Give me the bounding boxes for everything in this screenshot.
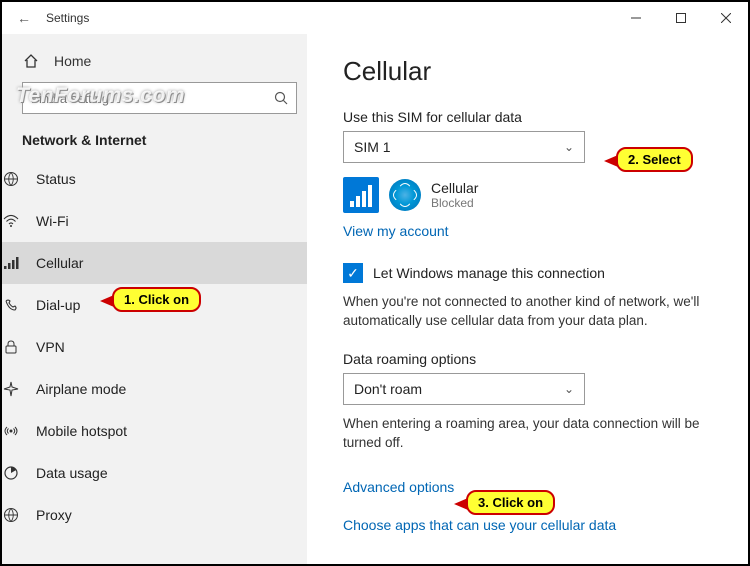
sidebar-item-label: Airplane mode — [36, 381, 126, 397]
checkbox-checked-icon: ✓ — [343, 263, 363, 283]
sidebar-item-hotspot[interactable]: Mobile hotspot — [0, 410, 307, 452]
sidebar-item-vpn[interactable]: VPN — [0, 326, 307, 368]
sim-dropdown[interactable]: SIM 1 ⌄ — [343, 131, 585, 163]
roaming-dropdown[interactable]: Don't roam ⌄ — [343, 373, 585, 405]
roaming-label: Data roaming options — [343, 351, 720, 367]
window-title: Settings — [46, 11, 89, 25]
callout-3: 3. Click on — [466, 490, 555, 515]
network-status: Blocked — [431, 196, 478, 210]
roaming-dropdown-value: Don't roam — [354, 381, 422, 397]
manage-connection-checkbox[interactable]: ✓ Let Windows manage this connection — [343, 263, 720, 283]
callout-1: 1. Click on — [112, 287, 201, 312]
sidebar-item-label: Wi-Fi — [36, 213, 69, 229]
airplane-icon — [2, 381, 20, 397]
manage-connection-desc: When you're not connected to another kin… — [343, 293, 720, 331]
sim-dropdown-value: SIM 1 — [354, 139, 391, 155]
sidebar-category: Network & Internet — [22, 132, 297, 148]
close-button[interactable] — [703, 2, 748, 34]
sidebar-item-label: VPN — [36, 339, 65, 355]
sidebar-item-label: Mobile hotspot — [36, 423, 127, 439]
callout-2: 2. Select — [616, 147, 693, 172]
advanced-options-link[interactable]: Advanced options — [343, 479, 454, 495]
back-button[interactable]: ← — [10, 10, 38, 26]
sidebar-item-label: Proxy — [36, 507, 72, 523]
search-field[interactable] — [31, 91, 274, 106]
sidebar-item-label: Dial-up — [36, 297, 80, 313]
home-icon — [22, 53, 40, 69]
sidebar-item-label: Status — [36, 171, 76, 187]
sidebar-item-status[interactable]: Status — [0, 158, 307, 200]
network-status-row: Cellular Blocked — [343, 177, 720, 213]
chevron-down-icon: ⌄ — [564, 140, 574, 154]
maximize-button[interactable] — [658, 2, 703, 34]
carrier-logo — [389, 179, 421, 211]
search-input[interactable] — [22, 82, 297, 114]
search-icon — [274, 91, 288, 105]
hotspot-icon — [2, 423, 20, 439]
proxy-icon — [2, 507, 20, 523]
status-icon — [2, 171, 20, 187]
dialup-icon — [2, 297, 20, 313]
cellular-icon — [2, 255, 20, 271]
page-heading: Cellular — [343, 56, 720, 87]
sidebar-item-proxy[interactable]: Proxy — [0, 494, 307, 536]
sidebar-home[interactable]: Home — [22, 42, 297, 80]
sidebar-home-label: Home — [54, 53, 91, 69]
network-name: Cellular — [431, 180, 478, 196]
datausage-icon — [2, 465, 20, 481]
minimize-button[interactable] — [613, 2, 658, 34]
sidebar-item-cellular[interactable]: Cellular — [0, 242, 307, 284]
sidebar-item-datausage[interactable]: Data usage — [0, 452, 307, 494]
content-pane: Cellular Use this SIM for cellular data … — [307, 34, 748, 564]
sidebar-item-label: Data usage — [36, 465, 108, 481]
sidebar-item-label: Cellular — [36, 255, 83, 271]
titlebar: ← Settings — [2, 2, 748, 34]
signal-icon — [343, 177, 379, 213]
roaming-desc: When entering a roaming area, your data … — [343, 415, 720, 453]
sim-label: Use this SIM for cellular data — [343, 109, 720, 125]
wifi-icon — [2, 213, 20, 229]
view-account-link[interactable]: View my account — [343, 223, 449, 239]
sidebar-item-wifi[interactable]: Wi-Fi — [0, 200, 307, 242]
sidebar-item-airplane[interactable]: Airplane mode — [0, 368, 307, 410]
manage-connection-label: Let Windows manage this connection — [373, 265, 605, 281]
choose-apps-link[interactable]: Choose apps that can use your cellular d… — [343, 517, 616, 533]
vpn-icon — [2, 339, 20, 355]
chevron-down-icon: ⌄ — [564, 382, 574, 396]
